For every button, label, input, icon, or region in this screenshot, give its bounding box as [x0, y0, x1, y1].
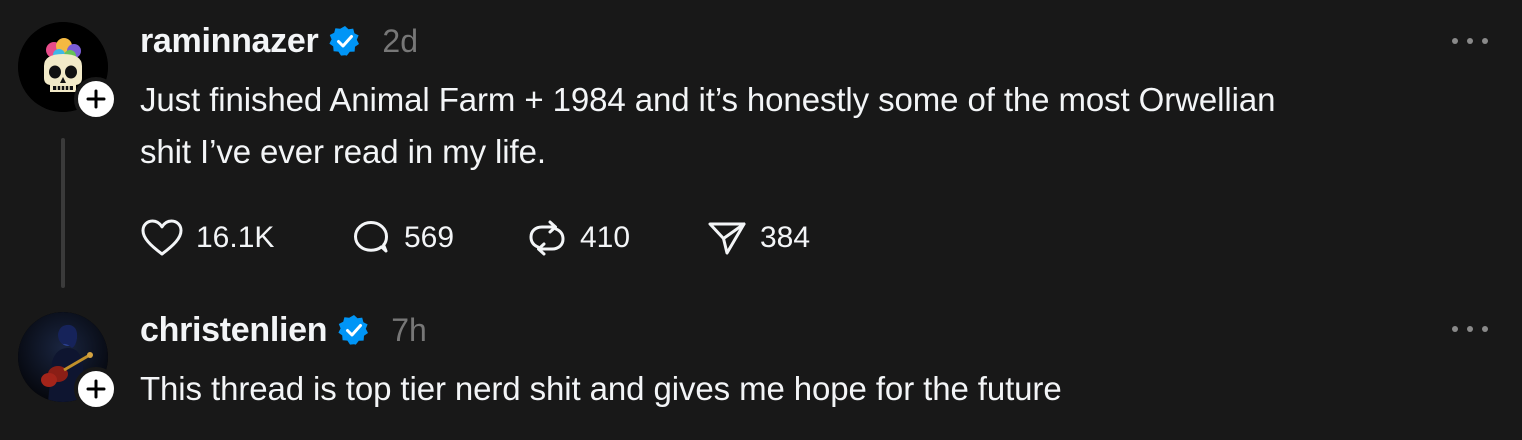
verified-badge-icon [337, 313, 371, 347]
post-header: christenlien 7h [140, 308, 427, 352]
thread-post: raminnazer 2d Just finished Animal Farm … [0, 0, 1522, 300]
username[interactable]: christenlien [140, 311, 328, 350]
follow-button[interactable] [74, 77, 118, 121]
post-text: Just finished Animal Farm + 1984 and it’… [140, 74, 1490, 178]
post-text-line: shit I’ve ever read in my life. [140, 133, 546, 170]
avatar-container[interactable] [18, 22, 118, 121]
post-text-line: Just finished Animal Farm + 1984 and it’… [140, 81, 1276, 118]
more-options-icon[interactable] [1452, 36, 1488, 46]
send-icon [708, 222, 746, 255]
more-options-icon[interactable] [1452, 324, 1488, 334]
post-text: This thread is top tier nerd shit and gi… [140, 363, 1490, 415]
comment-icon [354, 221, 388, 253]
like-count: 16.1K [196, 221, 275, 254]
heart-icon [141, 219, 183, 256]
thread-connector-line [61, 138, 65, 288]
post-timestamp[interactable]: 2d [382, 23, 418, 60]
username[interactable]: raminnazer [140, 22, 319, 61]
share-count: 384 [760, 221, 811, 254]
follow-button[interactable] [74, 367, 118, 411]
post-timestamp[interactable]: 7h [391, 312, 427, 349]
repost-button[interactable]: 410 [526, 217, 706, 259]
thread-post: christenlien 7h This thread is top tier … [0, 300, 1522, 440]
repost-count: 410 [580, 221, 631, 254]
plus-icon [86, 89, 106, 109]
reply-count: 569 [404, 221, 455, 254]
post-text-line: This thread is top tier nerd shit and gi… [140, 370, 1062, 407]
plus-icon [86, 379, 106, 399]
avatar-container[interactable] [18, 312, 118, 411]
like-button[interactable]: 16.1K [140, 218, 350, 258]
post-actions: 16.1K 569 410 384 [140, 214, 846, 262]
verified-badge-icon [328, 24, 362, 58]
post-header: raminnazer 2d [140, 19, 418, 63]
reply-button[interactable]: 569 [350, 217, 526, 259]
repost-icon [529, 220, 565, 256]
share-button[interactable]: 384 [706, 217, 846, 259]
